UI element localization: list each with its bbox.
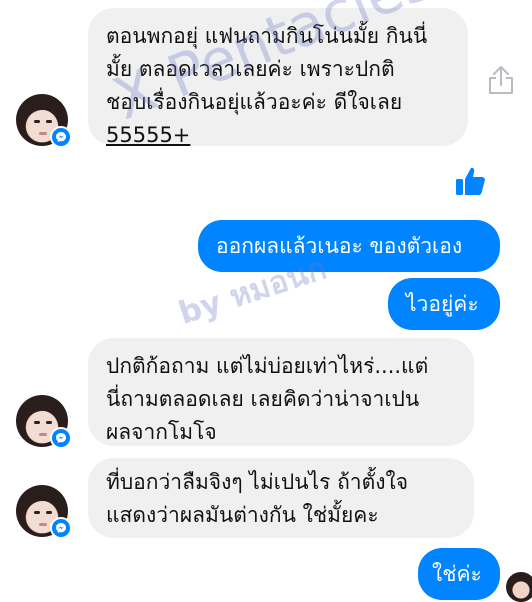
avatar[interactable] [16,395,72,449]
outgoing-message-3[interactable]: ใช่ค่ะ [418,548,500,600]
messenger-icon [50,427,72,449]
thumbs-up-icon[interactable] [454,164,488,202]
share-icon[interactable] [486,64,516,100]
messenger-icon [50,517,72,539]
incoming-message-1[interactable]: ตอนพกอยุ่ แฟนถามกินโน่นมั้ย กินนี่ มั้ย … [88,8,468,147]
message-text: ออกผลแล้วเนอะ ของตัวเอง [216,234,463,258]
message-line: แสดงว่าผลมันต่างกัน ใช่มั้ยคะ [106,503,379,527]
read-receipt-avatar [506,572,532,602]
avatar[interactable] [16,485,72,539]
outgoing-message-2[interactable]: ไวอยู่ค่ะ [388,278,500,330]
message-line: ปกติก้อถาม แต่ไม่บ่อยเท่าไหร่....แต่ [106,354,429,378]
incoming-message-3[interactable]: ที่บอกว่าลืมจิงๆ ไม่เปนไร ถ้าตั้งใจ แสดง… [88,458,474,538]
messenger-icon [50,126,72,148]
outgoing-message-1[interactable]: ออกผลแล้วเนอะ ของตัวเอง [198,220,500,272]
message-text: ใช่ค่ะ [432,562,482,586]
message-line: มั้ย ตลอดเวลาเลยค่ะ เพราะปกติ [106,57,395,81]
message-line: 55555+ [106,123,191,147]
message-line: ชอบเรื่องกินอยุ่แล้วอะค่ะ ดีใจเลย [106,90,403,114]
message-line: ผลจากโมโจ [106,420,217,444]
avatar[interactable] [16,94,72,148]
incoming-message-2[interactable]: ปกติก้อถาม แต่ไม่บ่อยเท่าไหร่....แต่ นี่… [88,338,474,446]
message-text: ไวอยู่ค่ะ [406,292,479,316]
message-line: ที่บอกว่าลืมจิงๆ ไม่เปนไร ถ้าตั้งใจ [106,470,409,494]
message-line: ตอนพกอยุ่ แฟนถามกินโน่นมั้ย กินนี่ [106,24,428,48]
message-line: นี่ถามตลอดเลย เลยคิดว่าน่าจาเปน [106,387,420,411]
